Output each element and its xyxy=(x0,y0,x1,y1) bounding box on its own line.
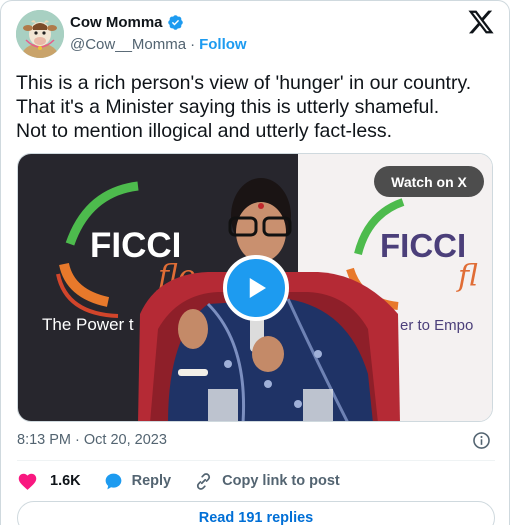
play-icon xyxy=(249,278,266,298)
author-name-row: Cow Momma xyxy=(70,14,184,31)
tweet-text-line: That it's a Minister saying this is utte… xyxy=(16,96,440,118)
separator-dot: · xyxy=(190,36,196,53)
tweet-text-line: This is a rich person's view of 'hunger'… xyxy=(16,72,472,94)
tweet-card: Cow Momma @Cow__Momma · Follow This is a… xyxy=(0,0,510,525)
copy-link-label: Copy link to post xyxy=(222,473,340,489)
link-icon xyxy=(197,472,211,490)
banner-right-script: fl xyxy=(456,259,478,294)
banner-right-tagline: er to Empo xyxy=(400,317,473,334)
author-handle[interactable]: @Cow__Momma xyxy=(70,36,186,53)
tweet-text: This is a rich person's view of 'hunger'… xyxy=(16,71,501,143)
cow-avatar-image xyxy=(16,10,64,58)
reply-button[interactable]: Reply xyxy=(103,471,172,492)
read-replies-button[interactable]: Read 191 replies xyxy=(17,501,495,525)
copy-link-button[interactable]: Copy link to post xyxy=(193,471,340,492)
like-button[interactable]: 1.6K xyxy=(17,471,81,492)
reply-bubble-icon xyxy=(105,473,122,489)
banner-right-title: FICCI xyxy=(380,227,466,264)
author-handle-row: @Cow__Momma · Follow xyxy=(70,36,247,53)
follow-button[interactable]: Follow xyxy=(199,36,247,53)
post-timestamp[interactable]: 8:13 PM · Oct 20, 2023 xyxy=(17,432,167,448)
divider xyxy=(17,460,495,461)
reply-label: Reply xyxy=(131,473,172,489)
heart-icon xyxy=(18,473,37,490)
play-button[interactable] xyxy=(223,255,289,321)
avatar[interactable] xyxy=(16,10,64,58)
action-bar: 1.6K Reply Copy link to post xyxy=(17,469,362,493)
tweet-text-line: Not to mention illogical and utterly fac… xyxy=(16,120,393,142)
banner-left-tagline: The Power t xyxy=(42,315,134,334)
x-logo-icon[interactable] xyxy=(467,8,495,36)
info-icon[interactable] xyxy=(472,431,491,450)
author-display-name[interactable]: Cow Momma xyxy=(70,14,163,31)
watch-on-x-button[interactable]: Watch on X xyxy=(374,166,484,197)
verified-badge-icon xyxy=(167,15,183,30)
like-count: 1.6K xyxy=(50,473,81,489)
